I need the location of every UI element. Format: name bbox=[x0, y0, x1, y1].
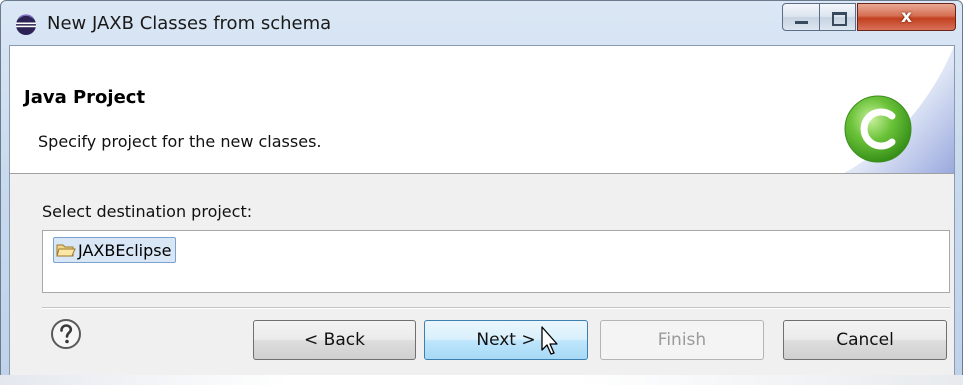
destination-label: Select destination project: bbox=[42, 202, 253, 221]
minimize-button[interactable] bbox=[782, 3, 820, 31]
maximize-icon bbox=[832, 12, 847, 26]
window-bottom-edge bbox=[0, 375, 963, 385]
next-button[interactable]: Next > bbox=[424, 320, 588, 360]
maximize-button[interactable] bbox=[819, 3, 856, 31]
list-item[interactable]: JAXBEclipse bbox=[53, 237, 177, 263]
button-bar-separator bbox=[42, 307, 950, 309]
back-button[interactable]: < Back bbox=[253, 320, 416, 360]
page-title: Java Project bbox=[24, 87, 146, 108]
cancel-button[interactable]: Cancel bbox=[783, 320, 947, 360]
help-icon[interactable] bbox=[50, 318, 82, 350]
close-icon: x bbox=[901, 7, 912, 27]
project-label: JAXBEclipse bbox=[78, 240, 172, 260]
wizard-banner: Java Project Specify project for the new… bbox=[10, 46, 954, 174]
eclipse-c-logo-icon bbox=[844, 46, 954, 173]
eclipse-icon bbox=[16, 14, 36, 35]
project-list[interactable]: JAXBEclipse bbox=[42, 230, 950, 293]
close-button[interactable]: x bbox=[857, 3, 956, 31]
page-description: Specify project for the new classes. bbox=[38, 132, 322, 151]
finish-button[interactable]: Finish bbox=[600, 320, 764, 360]
open-folder-icon bbox=[56, 244, 76, 257]
window-title: New JAXB Classes from schema bbox=[47, 13, 332, 34]
dialog-client-area: Java Project Specify project for the new… bbox=[9, 45, 955, 384]
minimize-icon bbox=[795, 21, 808, 24]
title-bar[interactable]: New JAXB Classes from schema x bbox=[1, 1, 962, 45]
dialog-window: New JAXB Classes from schema x Java Proj… bbox=[0, 0, 963, 384]
